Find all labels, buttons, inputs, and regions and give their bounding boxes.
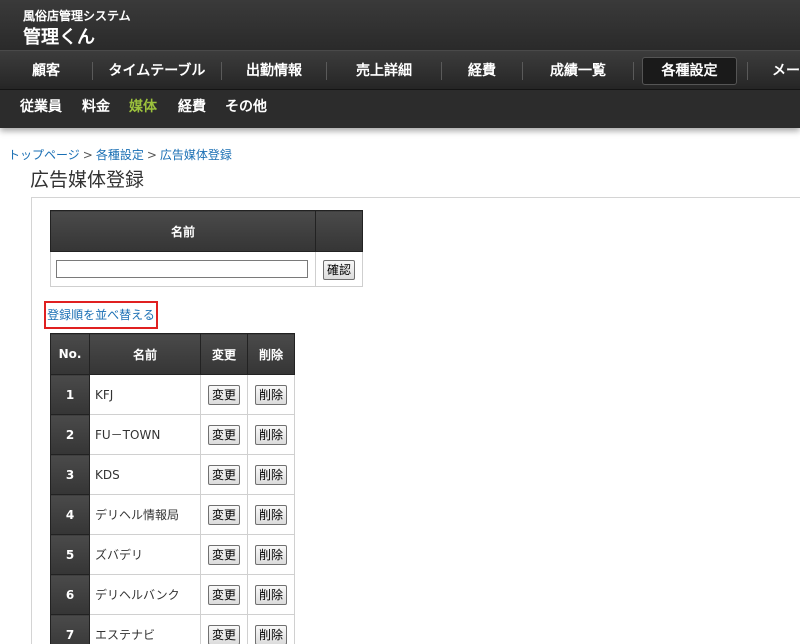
col-header-no: No.	[50, 333, 90, 375]
gnav-item-results[interactable]: 成績一覧	[523, 51, 633, 91]
row-edit-cell: 変更	[200, 614, 248, 644]
breadcrumb-separator: >	[82, 148, 93, 162]
app-subtitle: 風俗店管理システム	[23, 9, 131, 23]
table-row: 5 ズバデリ 変更 削除	[50, 534, 295, 575]
edit-button[interactable]: 変更	[207, 464, 240, 485]
delete-button[interactable]: 削除	[254, 424, 287, 445]
snav-item-media[interactable]: 媒体	[129, 90, 157, 124]
row-number: 6	[50, 574, 90, 615]
row-name: KFJ	[89, 374, 201, 415]
breadcrumb-top-link[interactable]: トップページ	[8, 148, 80, 162]
row-edit-cell: 変更	[200, 454, 248, 495]
row-name: KDS	[89, 454, 201, 495]
gnav-item-settings[interactable]: 各種設定	[642, 57, 737, 85]
delete-button[interactable]: 削除	[254, 384, 287, 405]
row-delete-cell: 削除	[247, 454, 295, 495]
media-list-table: No. 名前 変更 削除 1 KFJ 変更 削除 2 FU－TOWN 変更 削除…	[50, 333, 295, 644]
gnav-item-customers[interactable]: 顧客	[0, 51, 92, 91]
row-name: エステナビ	[89, 614, 201, 644]
breadcrumb-separator: >	[146, 148, 157, 162]
snav-item-other[interactable]: その他	[225, 90, 267, 124]
breadcrumb-current[interactable]: 広告媒体登録	[160, 148, 232, 162]
gnav-item-attendance[interactable]: 出勤情報	[222, 51, 326, 91]
col-header-delete: 削除	[247, 333, 295, 375]
row-edit-cell: 変更	[200, 414, 248, 455]
register-form-table: 名前 確認	[50, 210, 363, 287]
edit-button[interactable]: 変更	[207, 504, 240, 525]
row-edit-cell: 変更	[200, 494, 248, 535]
col-header-edit: 変更	[200, 333, 248, 375]
row-delete-cell: 削除	[247, 614, 295, 644]
app-header: 風俗店管理システム 管理くん	[0, 0, 800, 50]
confirm-button[interactable]: 確認	[322, 259, 355, 280]
reorder-link[interactable]: 登録順を並べ替える	[47, 308, 155, 322]
gnav-item-mail[interactable]: メール	[772, 51, 800, 91]
edit-button[interactable]: 変更	[207, 424, 240, 445]
row-name: FU－TOWN	[89, 414, 201, 455]
snav-item-pricing[interactable]: 料金	[82, 90, 110, 124]
row-delete-cell: 削除	[247, 494, 295, 535]
page-title: 広告媒体登録	[30, 169, 145, 191]
edit-button[interactable]: 変更	[207, 384, 240, 405]
delete-button[interactable]: 削除	[254, 504, 287, 525]
row-name: デリヘル情報局	[89, 494, 201, 535]
table-row: 3 KDS 変更 削除	[50, 454, 295, 495]
row-delete-cell: 削除	[247, 374, 295, 415]
reorder-highlight: 登録順を並べ替える	[44, 301, 158, 329]
row-edit-cell: 変更	[200, 574, 248, 615]
row-edit-cell: 変更	[200, 534, 248, 575]
row-number: 1	[50, 374, 90, 415]
row-number: 3	[50, 454, 90, 495]
gnav-item-expenses[interactable]: 経費	[442, 51, 522, 91]
form-header-blank	[315, 210, 363, 252]
delete-button[interactable]: 削除	[254, 584, 287, 605]
global-nav: 顧客 タイムテーブル 出勤情報 売上詳細 経費 成績一覧 各種設定 メール	[0, 50, 800, 90]
row-name: デリヘルバンク	[89, 574, 201, 615]
app-title[interactable]: 管理くん	[23, 23, 95, 49]
form-button-cell: 確認	[315, 251, 363, 287]
row-number: 7	[50, 614, 90, 644]
form-header-name: 名前	[50, 210, 316, 252]
delete-button[interactable]: 削除	[254, 624, 287, 644]
media-name-input[interactable]	[56, 260, 308, 278]
edit-button[interactable]: 変更	[207, 544, 240, 565]
breadcrumb: トップページ > 各種設定 > 広告媒体登録	[8, 146, 232, 163]
edit-button[interactable]: 変更	[207, 624, 240, 644]
row-delete-cell: 削除	[247, 414, 295, 455]
table-row: 2 FU－TOWN 変更 削除	[50, 414, 295, 455]
sub-nav: 従業員 料金 媒体 経費 その他	[0, 90, 800, 128]
row-number: 5	[50, 534, 90, 575]
row-delete-cell: 削除	[247, 534, 295, 575]
col-header-name: 名前	[89, 333, 201, 375]
delete-button[interactable]: 削除	[254, 544, 287, 565]
table-row: 7 エステナビ 変更 削除	[50, 614, 295, 644]
gnav-separator	[633, 62, 634, 80]
table-row: 6 デリヘルバンク 変更 削除	[50, 574, 295, 615]
edit-button[interactable]: 変更	[207, 584, 240, 605]
gnav-separator	[747, 62, 748, 80]
form-input-cell	[50, 251, 316, 287]
snav-item-employees[interactable]: 従業員	[20, 90, 62, 124]
breadcrumb-settings-link[interactable]: 各種設定	[96, 148, 144, 162]
table-row: 1 KFJ 変更 削除	[50, 374, 295, 415]
row-delete-cell: 削除	[247, 574, 295, 615]
table-row: 4 デリヘル情報局 変更 削除	[50, 494, 295, 535]
delete-button[interactable]: 削除	[254, 464, 287, 485]
gnav-item-timetable[interactable]: タイムテーブル	[93, 51, 221, 91]
row-number: 4	[50, 494, 90, 535]
row-edit-cell: 変更	[200, 374, 248, 415]
snav-item-expenses[interactable]: 経費	[178, 90, 206, 124]
row-number: 2	[50, 414, 90, 455]
row-name: ズバデリ	[89, 534, 201, 575]
gnav-item-sales-detail[interactable]: 売上詳細	[327, 51, 441, 91]
